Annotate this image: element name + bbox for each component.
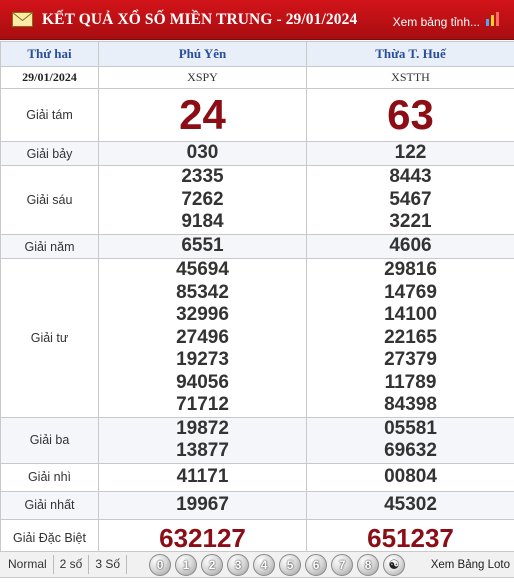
prize-number: 63 (306, 88, 514, 142)
prize-number: 71712 (176, 394, 229, 415)
prize-number: 24 (98, 88, 307, 142)
bar-chart-icon[interactable] (485, 11, 501, 27)
results-table: Thứ hai Phú Yên Thừa T. Huế 29/01/2024 X… (0, 41, 514, 558)
option-normal[interactable]: Normal (0, 555, 54, 574)
page-title: KẾT QUẢ XỔ SỐ MIỀN TRUNG - 29/01/2024 (42, 10, 358, 28)
day-of-week: Thứ hai (0, 41, 99, 67)
prize-number: 14769 (384, 281, 437, 303)
prize-number: 122 (306, 141, 514, 166)
digit-button[interactable]: 3 (227, 553, 250, 576)
prize-label: Giải ba (0, 416, 99, 464)
digit-button[interactable]: 1 (175, 553, 198, 576)
prize-number: 22165 (384, 326, 437, 348)
digit-button[interactable]: 6 (305, 553, 328, 576)
prize-number: 19273 (176, 349, 229, 370)
view-loto-table-link[interactable]: Xem Bảng Loto (431, 559, 510, 571)
prize-number: 32996 (176, 304, 229, 325)
prize-label: Giải bảy (0, 141, 99, 166)
results-footer: Normal 2 số 3 Số 0 1 2 3 4 5 6 7 8 ☯ Xem… (0, 551, 514, 578)
digit-button[interactable]: 0 (149, 553, 172, 576)
prize-number: 5467 (389, 188, 432, 210)
prize-number-group: 45694 85342 32996 27496 19273 94056 7171… (98, 258, 307, 418)
prize-number-group: 29816 14769 14100 22165 27379 11789 8439… (306, 258, 514, 418)
province-name[interactable]: Thừa T. Huế (306, 41, 514, 67)
prize-number-group: 2335 7262 9184 (98, 165, 307, 235)
draw-date: 29/01/2024 (0, 66, 99, 89)
digit-filter: 0 1 2 3 4 5 6 7 8 ☯ (149, 553, 406, 576)
prize-number: 69632 (384, 440, 437, 461)
prize-label: Giải năm (0, 234, 99, 259)
province-code: XSPY (98, 66, 307, 89)
prize-number: 45694 (176, 259, 229, 280)
prize-number: 27379 (384, 349, 437, 370)
province-name[interactable]: Phú Yên (98, 41, 307, 67)
prize-number: 6551 (98, 234, 307, 259)
prize-number: 3221 (389, 211, 432, 233)
option-2-digits[interactable]: 2 số (54, 555, 90, 574)
prize-number: 19872 (176, 417, 229, 439)
prize-number: 41171 (98, 462, 307, 492)
prize-number: 8443 (389, 166, 432, 188)
option-3-digits[interactable]: 3 Số (89, 555, 128, 574)
digit-button[interactable]: 2 (201, 553, 224, 576)
yin-yang-icon[interactable]: ☯ (383, 553, 406, 576)
prize-number: 00804 (306, 462, 514, 492)
results-header: KẾT QUẢ XỔ SỐ MIỀN TRUNG - 29/01/2024 Xe… (0, 0, 514, 40)
prize-number: 27496 (176, 326, 229, 348)
digit-button[interactable]: 7 (331, 553, 354, 576)
prize-number: 7262 (181, 188, 224, 210)
prize-number: 13877 (176, 440, 229, 461)
digit-button[interactable]: 5 (279, 553, 302, 576)
prize-number-group: 8443 5467 3221 (306, 165, 514, 235)
prize-label: Giải sáu (0, 165, 99, 235)
digit-button[interactable]: 8 (357, 553, 380, 576)
view-province-table-link[interactable]: Xem bảng tỉnh... (393, 15, 480, 29)
prize-number: 85342 (176, 281, 229, 303)
prize-number: 9184 (181, 211, 224, 233)
prize-label: Giải nhì (0, 462, 99, 492)
prize-number: 45302 (306, 490, 514, 520)
prize-label: Giải nhất (0, 490, 99, 520)
prize-number-group: 05581 69632 (306, 416, 514, 464)
province-code: XSTTH (306, 66, 514, 89)
prize-label: Giải tám (0, 88, 99, 142)
prize-label: Giải tư (0, 258, 99, 418)
prize-number: 2335 (181, 166, 224, 188)
envelope-icon (12, 12, 33, 27)
prize-number: 94056 (176, 371, 229, 393)
prize-number: 29816 (384, 259, 437, 280)
prize-number: 05581 (384, 417, 437, 439)
prize-number: 14100 (384, 304, 437, 325)
digit-button[interactable]: 4 (253, 553, 276, 576)
prize-number: 11789 (384, 371, 437, 393)
prize-number: 030 (98, 141, 307, 166)
prize-number: 19967 (98, 490, 307, 520)
prize-number-group: 19872 13877 (98, 416, 307, 464)
prize-number: 84398 (384, 394, 437, 415)
prize-number: 4606 (306, 234, 514, 259)
